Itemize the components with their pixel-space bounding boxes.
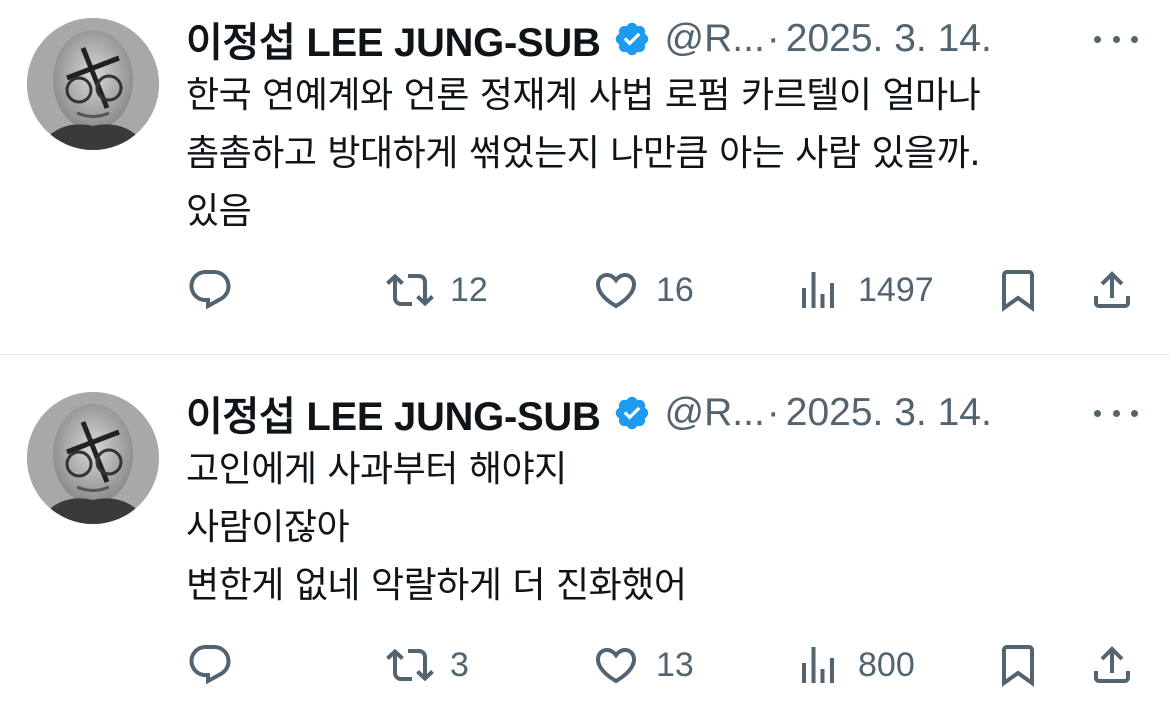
retweet-button[interactable]: 12: [386, 262, 488, 318]
more-options-icon[interactable]: [1094, 403, 1138, 423]
action-bar: 3 13 800: [0, 637, 1170, 693]
action-bar: 12 16 1497: [0, 262, 1170, 318]
views-button[interactable]: 1497: [794, 262, 934, 318]
reply-icon: [189, 645, 231, 685]
timestamp[interactable]: 2025. 3. 14.: [786, 391, 992, 435]
like-button[interactable]: 16: [592, 262, 694, 318]
reply-button[interactable]: [186, 637, 250, 693]
tweet-2[interactable]: 이정섭 LEE JUNG-SUB @R... · 2025. 3. 14. 고인…: [0, 355, 1170, 712]
retweet-icon: [386, 273, 434, 307]
separator-dot: ·: [766, 391, 780, 434]
user-handle[interactable]: @R...: [665, 17, 765, 61]
share-icon: [1094, 271, 1130, 308]
reply-button[interactable]: [186, 262, 250, 318]
timestamp[interactable]: 2025. 3. 14.: [786, 17, 992, 61]
display-name[interactable]: 이정섭 LEE JUNG-SUB: [186, 384, 601, 442]
more-options-icon[interactable]: [1094, 29, 1138, 49]
reply-icon: [189, 270, 231, 310]
separator-dot: ·: [766, 17, 780, 60]
retweet-button[interactable]: 3: [386, 637, 469, 693]
retweet-count: 3: [450, 645, 469, 684]
text-line: 촘촘하고 방대하게 썪었는지 나만큼 아는 사람 있을까.: [186, 133, 981, 174]
avatar[interactable]: [27, 392, 159, 524]
retweet-count: 12: [450, 270, 488, 309]
heart-icon: [595, 273, 637, 309]
avatar[interactable]: [27, 18, 159, 150]
text-line: 사람이잖아: [186, 507, 350, 548]
avatar-photo: [27, 18, 159, 150]
display-name[interactable]: 이정섭 LEE JUNG-SUB: [186, 10, 601, 68]
views-chart-icon: [802, 647, 834, 683]
bookmark-button[interactable]: [994, 637, 1042, 693]
bookmark-button[interactable]: [994, 262, 1042, 318]
share-icon: [1094, 646, 1130, 683]
share-button[interactable]: [1088, 637, 1136, 693]
text-line: 있음: [186, 191, 252, 232]
like-count: 16: [656, 270, 694, 309]
tweet-text: 한국 연예계와 언론 정재계 사법 로펌 카르텔이 얼마나 촘촘하고 방대하게 …: [186, 67, 981, 241]
bookmark-icon: [1002, 645, 1034, 687]
verified-badge-icon: [615, 396, 648, 430]
user-handle[interactable]: @R...: [665, 391, 765, 435]
like-button[interactable]: 13: [592, 637, 694, 693]
text-line: 한국 연예계와 언론 정재계 사법 로펌 카르텔이 얼마나: [186, 75, 981, 116]
views-count: 800: [858, 645, 915, 684]
tweet-1[interactable]: 이정섭 LEE JUNG-SUB @R... · 2025. 3. 14. 한국…: [0, 0, 1170, 354]
verified-badge-icon: [615, 22, 648, 56]
views-chart-icon: [802, 272, 834, 308]
tweet-text: 고인에게 사과부터 해야지 사람이잖아 변한게 없네 악랄하게 더 진화했어: [186, 441, 687, 615]
text-line: 고인에게 사과부터 해야지: [186, 449, 567, 490]
tweet-header: 이정섭 LEE JUNG-SUB @R... · 2025. 3. 14.: [186, 14, 992, 65]
avatar-photo: [27, 392, 159, 524]
heart-icon: [595, 648, 637, 684]
views-button[interactable]: 800: [794, 637, 915, 693]
share-button[interactable]: [1088, 262, 1136, 318]
views-count: 1497: [858, 270, 934, 309]
retweet-icon: [386, 648, 434, 682]
tweet-header: 이정섭 LEE JUNG-SUB @R... · 2025. 3. 14.: [186, 388, 992, 439]
text-line: 변한게 없네 악랄하게 더 진화했어: [186, 565, 687, 606]
bookmark-icon: [1002, 270, 1034, 312]
like-count: 13: [656, 645, 694, 684]
